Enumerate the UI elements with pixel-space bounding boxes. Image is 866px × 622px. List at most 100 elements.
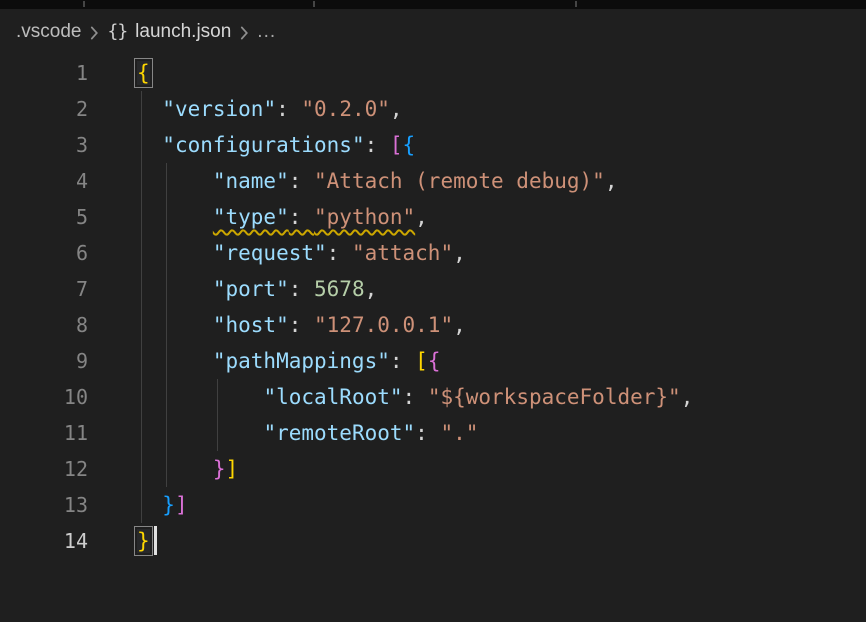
line-number[interactable]: 4 [0, 163, 88, 199]
line-number[interactable]: 3 [0, 127, 88, 163]
token-key: "pathMappings" [213, 349, 390, 373]
line-number[interactable]: 12 [0, 451, 88, 487]
token-ws [137, 421, 263, 445]
token-b1: } [137, 529, 150, 553]
line-number[interactable]: 13 [0, 487, 88, 523]
indent-guide [217, 379, 218, 451]
token-ws [137, 457, 213, 481]
line-number[interactable]: 5 [0, 199, 88, 235]
code-content: "port": 5678, [88, 271, 377, 307]
code-content: "name": "Attach (remote debug)", [88, 163, 617, 199]
code-lines: 1{2 "version": "0.2.0",3 "configurations… [0, 55, 866, 559]
token-b2: { [428, 349, 441, 373]
tab-separator [83, 1, 85, 7]
code-content: "host": "127.0.0.1", [88, 307, 466, 343]
token-b1: { [137, 61, 150, 85]
token-key: "port" [213, 277, 289, 301]
token-ws [137, 277, 213, 301]
token-pun: , [605, 169, 618, 193]
breadcrumb-bar: .vscode {} launch.json ... [0, 9, 866, 55]
code-line-5[interactable]: 5 "type": "python", [0, 199, 866, 235]
code-line-11[interactable]: 11 "remoteRoot": "." [0, 415, 866, 451]
code-line-14[interactable]: 14} [0, 523, 866, 559]
token-b3: { [403, 133, 416, 157]
code-line-6[interactable]: 6 "request": "attach", [0, 235, 866, 271]
token-b2: [ [390, 133, 403, 157]
code-content: } [88, 523, 157, 559]
line-number[interactable]: 10 [0, 379, 88, 415]
text-cursor [154, 526, 157, 555]
indent-guide [141, 91, 142, 523]
chevron-right-icon [238, 24, 250, 42]
code-content: }] [88, 451, 238, 487]
token-str: "127.0.0.1" [314, 313, 453, 337]
line-number[interactable]: 7 [0, 271, 88, 307]
token-pun: : [289, 169, 314, 193]
token-key: "host" [213, 313, 289, 337]
token-ws [137, 313, 213, 337]
line-number[interactable]: 6 [0, 235, 88, 271]
token-b3: } [162, 493, 175, 517]
token-str: "python" [314, 205, 415, 229]
code-line-1[interactable]: 1{ [0, 55, 866, 91]
token-pun: : [390, 349, 415, 373]
line-number[interactable]: 1 [0, 55, 88, 91]
code-content: { [88, 55, 150, 91]
token-pun: , [453, 241, 466, 265]
code-line-3[interactable]: 3 "configurations": [{ [0, 127, 866, 163]
token-pun: : [415, 421, 440, 445]
token-pun: , [453, 313, 466, 337]
code-content: "localRoot": "${workspaceFolder}", [88, 379, 693, 415]
token-ws [137, 349, 213, 373]
code-line-13[interactable]: 13 }] [0, 487, 866, 523]
token-num: 5678 [314, 277, 365, 301]
token-str: "${workspaceFolder}" [428, 385, 681, 409]
code-content: "request": "attach", [88, 235, 466, 271]
token-pun: : [289, 205, 314, 229]
token-pun: : [289, 277, 314, 301]
code-line-9[interactable]: 9 "pathMappings": [{ [0, 343, 866, 379]
token-ws [137, 169, 213, 193]
token-pun: : [365, 133, 390, 157]
line-number[interactable]: 9 [0, 343, 88, 379]
code-line-4[interactable]: 4 "name": "Attach (remote debug)", [0, 163, 866, 199]
vscode-window: .vscode {} launch.json ... 1{2 "version"… [0, 0, 866, 622]
code-line-12[interactable]: 12 }] [0, 451, 866, 487]
token-ws [137, 205, 213, 229]
token-str: "Attach (remote debug)" [314, 169, 605, 193]
token-pun: : [403, 385, 428, 409]
line-number[interactable]: 2 [0, 91, 88, 127]
token-pun: : [276, 97, 301, 121]
code-content: "version": "0.2.0", [88, 91, 403, 127]
token-str: "." [440, 421, 478, 445]
token-b2: ] [175, 493, 188, 517]
breadcrumb-file[interactable]: launch.json [135, 21, 231, 43]
token-b1: ] [226, 457, 239, 481]
token-key: "remoteRoot" [263, 421, 415, 445]
token-key: "request" [213, 241, 327, 265]
code-line-8[interactable]: 8 "host": "127.0.0.1", [0, 307, 866, 343]
token-key: "version" [162, 97, 276, 121]
code-line-10[interactable]: 10 "localRoot": "${workspaceFolder}", [0, 379, 866, 415]
code-content: "type": "python", [88, 199, 428, 235]
token-b1: [ [415, 349, 428, 373]
token-key: "name" [213, 169, 289, 193]
breadcrumb-symbol-path[interactable]: ... [257, 21, 276, 43]
token-str: "attach" [352, 241, 453, 265]
line-number[interactable]: 11 [0, 415, 88, 451]
line-number[interactable]: 8 [0, 307, 88, 343]
line-number[interactable]: 14 [0, 523, 88, 559]
token-pun: , [681, 385, 694, 409]
code-editor[interactable]: 1{2 "version": "0.2.0",3 "configurations… [0, 55, 866, 622]
breadcrumb-folder[interactable]: .vscode [16, 21, 81, 43]
token-pun: , [365, 277, 378, 301]
token-ws [137, 241, 213, 265]
token-pun: , [415, 205, 428, 229]
indent-guide [166, 163, 167, 487]
code-line-2[interactable]: 2 "version": "0.2.0", [0, 91, 866, 127]
code-content: "configurations": [{ [88, 127, 415, 163]
token-pun: : [327, 241, 352, 265]
code-line-7[interactable]: 7 "port": 5678, [0, 271, 866, 307]
token-b2: } [213, 457, 226, 481]
token-key: "configurations" [162, 133, 364, 157]
